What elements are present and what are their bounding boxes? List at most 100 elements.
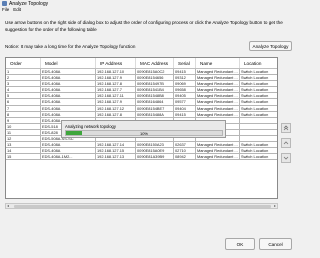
table-cell: 0090E815A0E9 xyxy=(136,148,174,154)
table-cell: EDS-408A xyxy=(41,142,96,148)
column-header-ip[interactable]: IP Address xyxy=(96,58,136,68)
column-header-mac[interactable]: MAC Address xyxy=(136,58,174,68)
table-cell: EDS-408A xyxy=(41,81,96,87)
table-cell: Managed Redundant ... xyxy=(196,148,240,154)
table-cell: 0090E8154656 xyxy=(136,75,174,81)
horizontal-scrollbar[interactable]: ◂ ▸ xyxy=(5,203,278,209)
column-header-name[interactable]: Name xyxy=(196,58,240,68)
table-cell: Switch Location xyxy=(241,81,269,87)
table-cell: Managed Redundant ... xyxy=(196,75,240,81)
table-cell: 4 xyxy=(6,87,41,93)
table-cell: Managed Redundant ... xyxy=(196,93,240,99)
table-cell: Managed Redundant ... xyxy=(196,87,240,93)
table-cell: 02637 xyxy=(174,142,196,148)
table-cell: 10 xyxy=(6,123,41,129)
table-cell: Switch Location xyxy=(241,69,269,74)
scroll-left-icon[interactable]: ◂ xyxy=(7,204,9,208)
table-cell: 09415 xyxy=(174,111,196,117)
table-cell: Switch Location xyxy=(241,87,269,93)
table-cell: Managed Redundant ... xyxy=(196,111,240,117)
table-cell: 8 xyxy=(6,111,41,117)
table-cell: 15 xyxy=(6,154,41,160)
move-up-button[interactable] xyxy=(281,138,291,148)
table-cell: EDS-408A xyxy=(41,87,96,93)
table-cell: 0090E81541B4 xyxy=(136,87,174,93)
table-cell: EDS-408A xyxy=(41,111,96,117)
table-cell: EDS-408A-1M2... xyxy=(41,154,96,160)
table-cell: EDS-408A xyxy=(41,105,96,111)
table-cell: 11 xyxy=(6,129,41,136)
table-cell: EDS-408A xyxy=(41,99,96,105)
table-cell: 192.168.127.12 xyxy=(96,105,136,111)
table-cell xyxy=(240,136,277,141)
menu-edit[interactable]: Edit xyxy=(13,7,21,13)
menu-bar: File Edit xyxy=(2,7,21,13)
table-cell xyxy=(240,118,277,123)
analyze-topology-button[interactable]: Analyze Topology xyxy=(249,41,292,51)
ok-button[interactable]: OK xyxy=(225,238,255,250)
table-cell: 09577 xyxy=(174,99,196,105)
table-cell: 12 xyxy=(6,136,41,142)
table-cell: Switch Location xyxy=(241,154,269,160)
table-cell: Switch Location xyxy=(241,111,269,117)
table-cell: 0090E8154BE7 xyxy=(136,105,174,111)
table-row[interactable]: 15 EDS-408A-1M2... 192.168.127.13 0090E81A3… xyxy=(6,154,277,161)
table-body: 1 EDS-408A 192.168.127.10 0090E815A0C2 09415… xyxy=(6,69,277,161)
table-cell: 09415 xyxy=(174,69,196,75)
table-cell xyxy=(240,124,277,129)
table-cell: 192.168.127.7 xyxy=(96,87,136,93)
scroll-right-icon[interactable]: ▸ xyxy=(274,204,276,208)
table-cell: 192.168.127.8 xyxy=(96,81,136,87)
table-cell: 192.168.127.14 xyxy=(96,142,136,148)
table-cell: Switch Location xyxy=(241,148,269,154)
table-cell: Managed Redundant ... xyxy=(196,81,240,87)
table-cell: 09658 xyxy=(174,87,196,93)
up-arrow-icon xyxy=(283,141,289,145)
table-cell: 192.168.127.9 xyxy=(96,99,136,105)
table-cell: Managed Redundant ... xyxy=(196,154,240,160)
table-header: Order Model IP Address MAC Address Seria… xyxy=(6,58,277,69)
table-cell: 0090E81A39B9 xyxy=(136,154,174,160)
table-cell: 0090E815A0C2 xyxy=(136,69,174,75)
move-down-button[interactable] xyxy=(281,153,291,163)
table-cell: 6 xyxy=(6,99,41,105)
table-cell: 1 xyxy=(6,69,41,75)
column-header-serial[interactable]: Serial xyxy=(174,58,196,68)
table-cell: 09312 xyxy=(174,75,196,81)
table-cell: 192.168.127.11 xyxy=(96,93,136,99)
analyze-topology-window: Analyze Topology File Edit Use arrow but… xyxy=(0,0,292,258)
progress-bar: 10% xyxy=(65,130,223,136)
table-cell: 2 xyxy=(6,75,41,81)
down-arrow-icon xyxy=(283,156,289,160)
table-cell: Switch Location xyxy=(241,105,269,111)
table-cell: EDS-408A xyxy=(41,75,96,81)
column-header-model[interactable]: Model xyxy=(41,58,96,68)
progress-dialog-title: Analyzing network topology xyxy=(65,124,116,129)
table-cell: Switch Location xyxy=(241,99,269,105)
table-cell: Switch Location xyxy=(241,142,269,148)
double-up-arrow-icon xyxy=(283,125,289,131)
scrollbar-thumb[interactable] xyxy=(14,205,271,208)
table-cell: Managed Redundant ... xyxy=(196,69,240,75)
table-cell: 5 xyxy=(6,93,41,99)
table-cell: Switch Location xyxy=(241,75,269,81)
progress-percent: 10% xyxy=(139,130,148,136)
table-cell: 192.168.127.15 xyxy=(96,148,136,154)
table-cell: 13 xyxy=(6,142,41,148)
table-cell: Managed Redundant ... xyxy=(196,99,240,105)
table-cell: EDS-408A xyxy=(41,148,96,154)
menu-file[interactable]: File xyxy=(2,7,9,13)
table-cell: 02710 xyxy=(174,148,196,154)
table-cell: 192.168.127.13 xyxy=(96,154,136,160)
move-to-top-button[interactable] xyxy=(281,123,291,133)
column-header-location[interactable]: Location xyxy=(240,58,277,68)
instructions-text: Use arrow buttons on the right side of d… xyxy=(5,20,283,32)
table-cell: EDS-408A xyxy=(41,69,96,75)
table-cell: 0090E815497B xyxy=(136,81,174,87)
table-cell: 9 xyxy=(6,117,41,123)
table-cell: 3 xyxy=(6,81,41,87)
table-cell: 7 xyxy=(6,105,41,111)
cancel-button[interactable]: Cancel xyxy=(259,238,292,250)
notice-text: Notice: It may take a long time for the … xyxy=(5,44,136,49)
column-header-order[interactable]: Order xyxy=(6,58,41,68)
